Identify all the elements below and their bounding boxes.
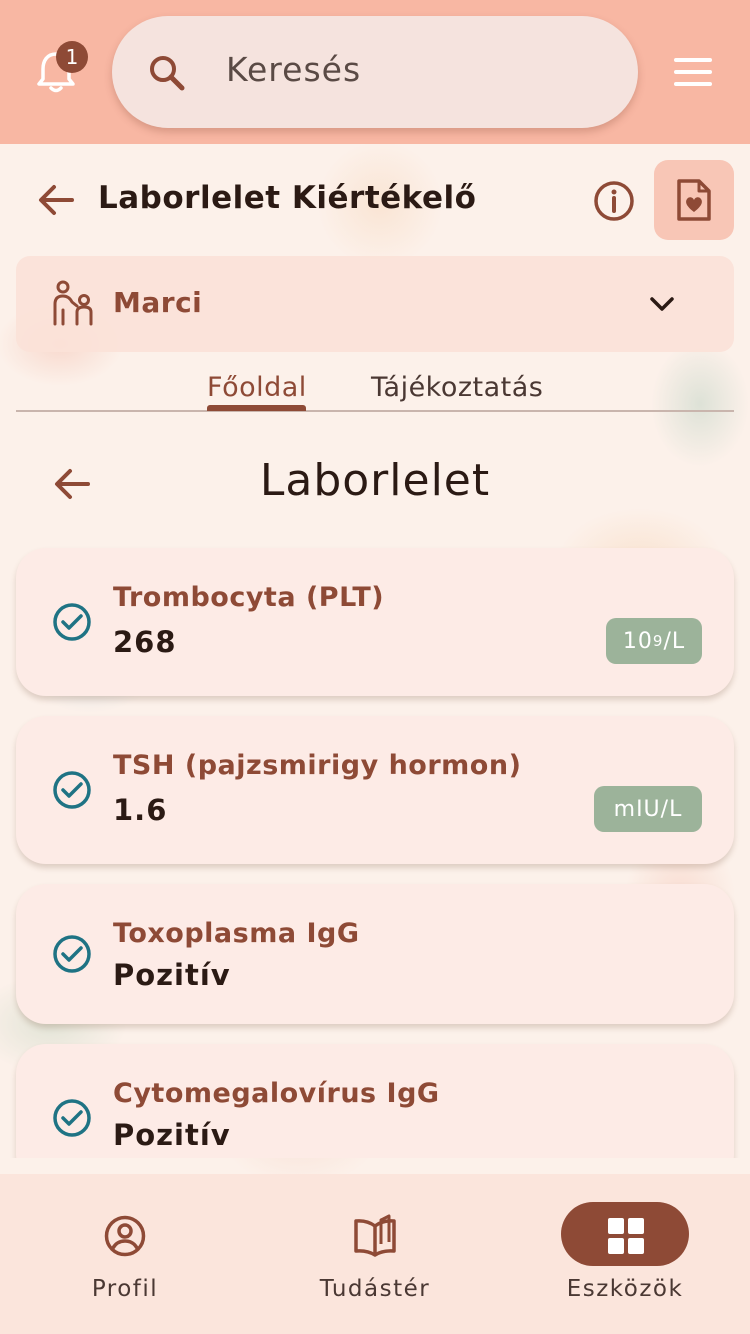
health-document-button[interactable] — [654, 160, 734, 240]
nav-profil[interactable]: Profil — [0, 1174, 250, 1334]
unit-badge: 10 9/L — [606, 618, 702, 664]
result-value: 268 — [113, 625, 177, 659]
active-tab-indicator — [207, 405, 306, 411]
result-name: Toxoplasma IgG — [113, 918, 360, 949]
page-title: Laborlelet Kiértékelő — [98, 180, 477, 216]
nav-label: Profil — [91, 1276, 159, 1302]
top-bar: 1 Keresés — [0, 0, 750, 144]
unit-base: 10 — [622, 628, 653, 654]
nav-label: Tudástér — [319, 1276, 431, 1302]
tab-bar: Főoldal Tájékoztatás — [16, 360, 734, 412]
book-icon — [353, 1214, 397, 1258]
unit-exponent: 9 — [652, 632, 664, 650]
parent-child-icon — [50, 280, 96, 326]
nav-eszkozok[interactable]: Eszközök — [500, 1174, 750, 1334]
document-heart-icon — [676, 178, 712, 222]
lab-result-card[interactable]: Cytomegalovírus IgG Pozitív — [16, 1044, 734, 1158]
hamburger-menu-icon[interactable] — [674, 56, 714, 88]
child-profile-select[interactable]: Marci — [16, 256, 734, 352]
search-input[interactable]: Keresés — [226, 50, 361, 89]
tab-fooldal[interactable]: Főoldal — [207, 372, 307, 403]
check-circle-icon — [52, 770, 92, 810]
bottom-navigation: Profil Tudástér Eszközök — [0, 1174, 750, 1334]
chevron-down-icon — [648, 290, 676, 318]
search-icon — [148, 54, 186, 92]
check-circle-icon — [52, 934, 92, 974]
result-name: Cytomegalovírus IgG — [113, 1078, 440, 1109]
profile-icon — [103, 1214, 147, 1258]
result-name: TSH (pajzsmirigy hormon) — [113, 750, 522, 781]
result-name: Trombocyta (PLT) — [113, 582, 385, 613]
result-value: 1.6 — [113, 793, 168, 827]
result-value: Pozitív — [113, 958, 231, 992]
tab-tajekoztatas[interactable]: Tájékoztatás — [371, 372, 543, 403]
lab-result-card[interactable]: TSH (pajzsmirigy hormon) 1.6 mIU/L — [16, 716, 734, 864]
section-title: Laborlelet — [259, 455, 491, 506]
lab-result-card[interactable]: Toxoplasma IgG Pozitív — [16, 884, 734, 1024]
nav-tudaster[interactable]: Tudástér — [250, 1174, 500, 1334]
lab-result-card[interactable]: Trombocyta (PLT) 268 10 9/L — [16, 548, 734, 696]
back-arrow-icon[interactable] — [36, 180, 76, 220]
nav-label: Eszközök — [566, 1276, 684, 1302]
info-icon[interactable] — [592, 179, 636, 223]
selected-child-name: Marci — [113, 286, 203, 319]
unit-suffix: /L — [663, 628, 686, 654]
scroll-clip: Cytomegalovírus IgG Pozitív — [0, 1040, 750, 1158]
result-value: Pozitív — [113, 1118, 231, 1152]
unit-badge: mIU/L — [594, 786, 702, 832]
check-circle-icon — [52, 1098, 92, 1138]
grid-icon — [606, 1216, 650, 1260]
notification-badge: 1 — [56, 41, 88, 73]
check-circle-icon — [52, 602, 92, 642]
search-bar[interactable]: Keresés — [112, 16, 638, 128]
